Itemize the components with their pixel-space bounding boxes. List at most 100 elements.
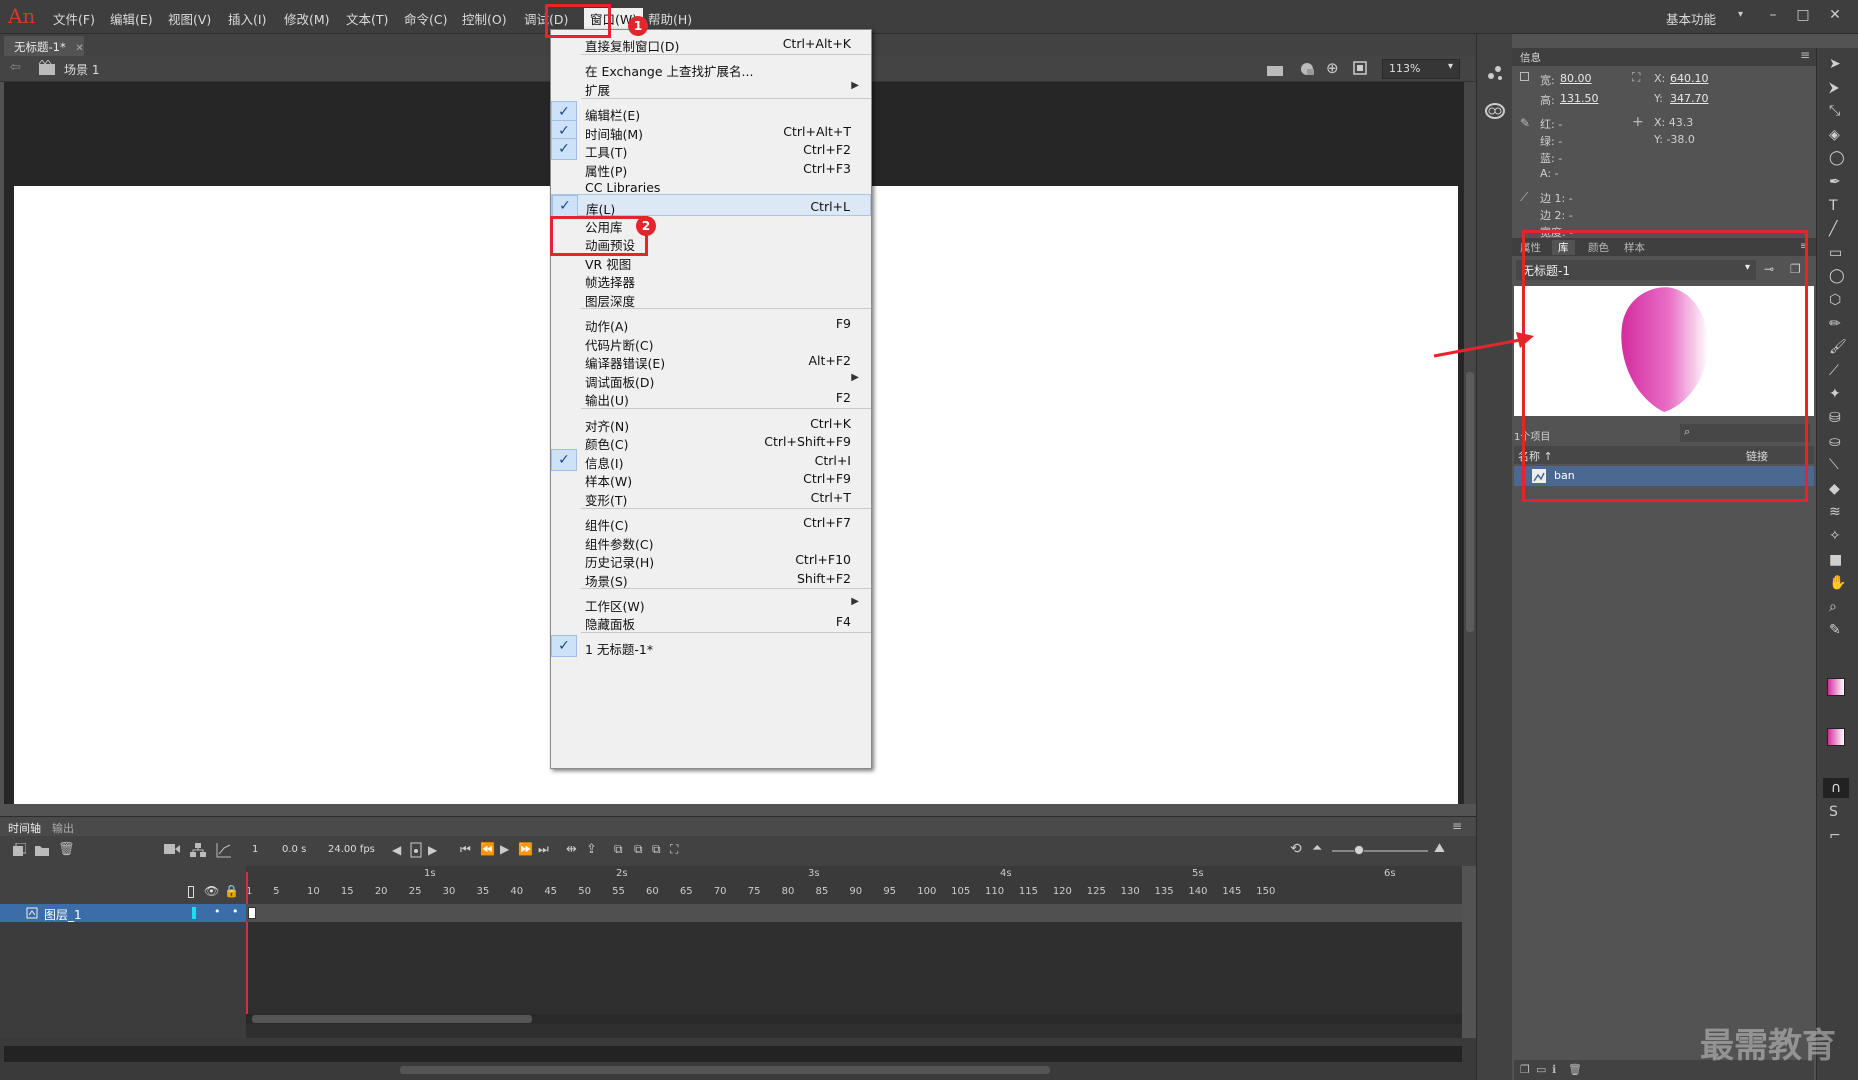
stroke-color-swatch[interactable] xyxy=(1827,678,1845,696)
first-frame-icon[interactable]: ⏮ xyxy=(460,842,471,857)
menu-control[interactable]: 控制(O) xyxy=(462,9,507,28)
info-height-value[interactable]: 131.50 xyxy=(1560,92,1599,105)
onion-skin-icon[interactable]: ⧉ xyxy=(614,842,623,857)
asset-warp-tool-icon[interactable]: ✧ xyxy=(1829,528,1841,544)
layer-name[interactable]: 图层_1 xyxy=(44,906,82,923)
frame-rate[interactable]: 24.00 fps xyxy=(328,844,375,855)
snap-to-objects-icon[interactable]: ∩ xyxy=(1823,778,1849,798)
delete-icon[interactable]: 🗑 xyxy=(1568,1063,1582,1076)
line-tool-icon[interactable]: ╱ xyxy=(1829,221,1837,237)
menu-edit[interactable]: 编辑(E) xyxy=(110,9,153,28)
menu-item[interactable]: 图层深度 xyxy=(551,287,871,309)
components-icon[interactable] xyxy=(1486,64,1504,82)
smooth-icon[interactable]: S xyxy=(1829,804,1838,820)
menu-modify[interactable]: 修改(M) xyxy=(284,9,330,28)
layer-row[interactable]: 图层_1 • • xyxy=(0,904,246,922)
text-tool-icon[interactable]: T xyxy=(1829,198,1838,214)
play-icon[interactable]: ▶ xyxy=(500,842,509,856)
maximize-button[interactable]: □ xyxy=(1790,5,1816,27)
minimize-button[interactable]: – xyxy=(1760,5,1786,27)
close-icon[interactable]: ✕ xyxy=(75,43,83,54)
fill-color-swatch[interactable] xyxy=(1827,728,1845,746)
edit-symbol-icon[interactable] xyxy=(1298,60,1316,76)
horizontal-scrollbar[interactable] xyxy=(400,1066,1050,1074)
menu-item[interactable]: ✓ 1 无标题-1* xyxy=(551,635,871,657)
eye-icon[interactable]: 👁 xyxy=(204,884,219,898)
layer-parent-icon[interactable] xyxy=(190,842,206,858)
tab-output[interactable]: 输出 xyxy=(52,820,74,836)
lock-icon[interactable]: 🔒 xyxy=(224,884,239,898)
paint-brush-tool-icon[interactable]: 🖌 xyxy=(1829,339,1847,355)
large-frames-icon[interactable]: ⛰ xyxy=(1434,841,1445,856)
timeline-hscroll[interactable] xyxy=(246,1014,1462,1024)
center-frame-icon[interactable]: ⇪ xyxy=(586,842,597,857)
frame-size-slider-thumb[interactable] xyxy=(1354,845,1364,855)
info-y-value[interactable]: 347.70 xyxy=(1670,92,1709,105)
3d-rotation-tool-icon[interactable]: ◈ xyxy=(1829,127,1840,143)
new-folder-icon[interactable]: ▭ xyxy=(1536,1063,1546,1076)
subselection-tool-icon[interactable]: ⮞ xyxy=(1829,80,1839,96)
lock-dot[interactable]: • xyxy=(232,905,239,918)
menu-item[interactable]: 输出(U) F2 xyxy=(551,386,871,408)
prev-keyframe-icon[interactable]: ◀ xyxy=(392,843,401,857)
menu-file[interactable]: 文件(F) xyxy=(53,9,95,28)
playhead[interactable] xyxy=(246,872,248,904)
camera-icon[interactable] xyxy=(164,843,180,855)
rectangle-tool-icon[interactable]: ▭ xyxy=(1829,245,1842,261)
eyedropper-tool-icon[interactable]: ⟍ xyxy=(1829,457,1839,473)
onion-outline-icon[interactable]: ⧉ xyxy=(634,842,643,857)
next-keyframe-icon[interactable]: ▶ xyxy=(428,843,437,857)
menu-item[interactable]: 扩展 ▶ xyxy=(551,76,871,98)
visibility-dot[interactable]: • xyxy=(214,905,221,918)
straighten-icon[interactable]: ⌐ xyxy=(1829,828,1841,844)
edit-multiple-icon[interactable]: ⧉ xyxy=(652,842,661,857)
close-button[interactable]: ✕ xyxy=(1822,5,1848,27)
last-frame-icon[interactable]: ⏭ xyxy=(538,842,549,857)
document-tab[interactable]: 无标题-1* ✕ xyxy=(4,36,84,56)
menu-item[interactable]: 隐藏面板 F4 xyxy=(551,610,871,632)
stage-scrollbar[interactable] xyxy=(1464,82,1476,804)
info-width-value[interactable]: 80.00 xyxy=(1560,72,1592,85)
lasso-tool-icon[interactable]: ◯ xyxy=(1829,150,1845,166)
center-stage-icon[interactable]: ⊕ xyxy=(1326,59,1339,77)
menu-text[interactable]: 文本(T) xyxy=(346,9,388,28)
menu-commands[interactable]: 命令(C) xyxy=(404,9,447,28)
delete-icon[interactable]: 🗑 xyxy=(58,842,75,857)
current-time[interactable]: 0.0 s xyxy=(282,844,306,855)
panel-menu-icon[interactable]: ≡ xyxy=(1452,819,1462,833)
clip-icon[interactable] xyxy=(1352,60,1368,76)
small-frames-icon[interactable]: ⏶ xyxy=(1312,841,1322,856)
frame-row[interactable] xyxy=(246,904,1462,922)
keyframe-icon[interactable] xyxy=(410,842,422,858)
panel-menu-icon[interactable]: ≡ xyxy=(1800,48,1810,62)
oval-tool-icon[interactable]: ◯ xyxy=(1829,268,1845,284)
undo-icon[interactable]: ⟲ xyxy=(1290,841,1302,857)
frame-size-slider[interactable] xyxy=(1332,850,1428,852)
zoom-select[interactable]: 113% ▾ xyxy=(1382,59,1460,79)
free-transform-tool-icon[interactable]: ⤡ xyxy=(1829,103,1840,119)
pencil-tool-icon[interactable]: ✏ xyxy=(1829,316,1841,332)
hand-tool-icon[interactable]: ✋ xyxy=(1829,575,1846,591)
properties-icon[interactable]: ℹ xyxy=(1552,1063,1556,1076)
back-arrow-icon[interactable]: ⇦ xyxy=(10,60,21,75)
outline-toggle-icon[interactable] xyxy=(188,886,194,898)
info-x-value[interactable]: 640.10 xyxy=(1670,72,1709,85)
new-symbol-icon[interactable]: ❐ xyxy=(1520,1063,1530,1076)
workspace-select[interactable]: 基本功能 xyxy=(1666,9,1716,28)
new-folder-icon[interactable] xyxy=(34,843,50,857)
graph-icon[interactable] xyxy=(216,842,232,858)
menu-item[interactable]: 场景(S) Shift+F2 xyxy=(551,567,871,589)
bone-tool-icon[interactable]: ✦ xyxy=(1829,386,1841,402)
menu-insert[interactable]: 插入(I) xyxy=(228,9,266,28)
pen-tool-icon[interactable]: ✒ xyxy=(1829,174,1841,190)
stroke-color-icon[interactable]: ✎ xyxy=(1829,622,1841,638)
scene-label[interactable]: 场景 1 xyxy=(64,61,99,78)
menu-item[interactable]: 变形(T) Ctrl+T xyxy=(551,486,871,508)
brush-tool-icon[interactable]: ⟋ xyxy=(1829,363,1839,379)
eraser-tool-icon[interactable]: ◆ xyxy=(1829,481,1840,497)
new-layer-icon[interactable] xyxy=(12,843,26,857)
polystar-tool-icon[interactable]: ⬡ xyxy=(1829,292,1841,308)
zoom-tool-icon[interactable]: ⌕ xyxy=(1829,599,1837,615)
step-forward-icon[interactable]: ⏩ xyxy=(518,842,533,856)
loop-icon[interactable]: ⇹ xyxy=(566,842,577,857)
